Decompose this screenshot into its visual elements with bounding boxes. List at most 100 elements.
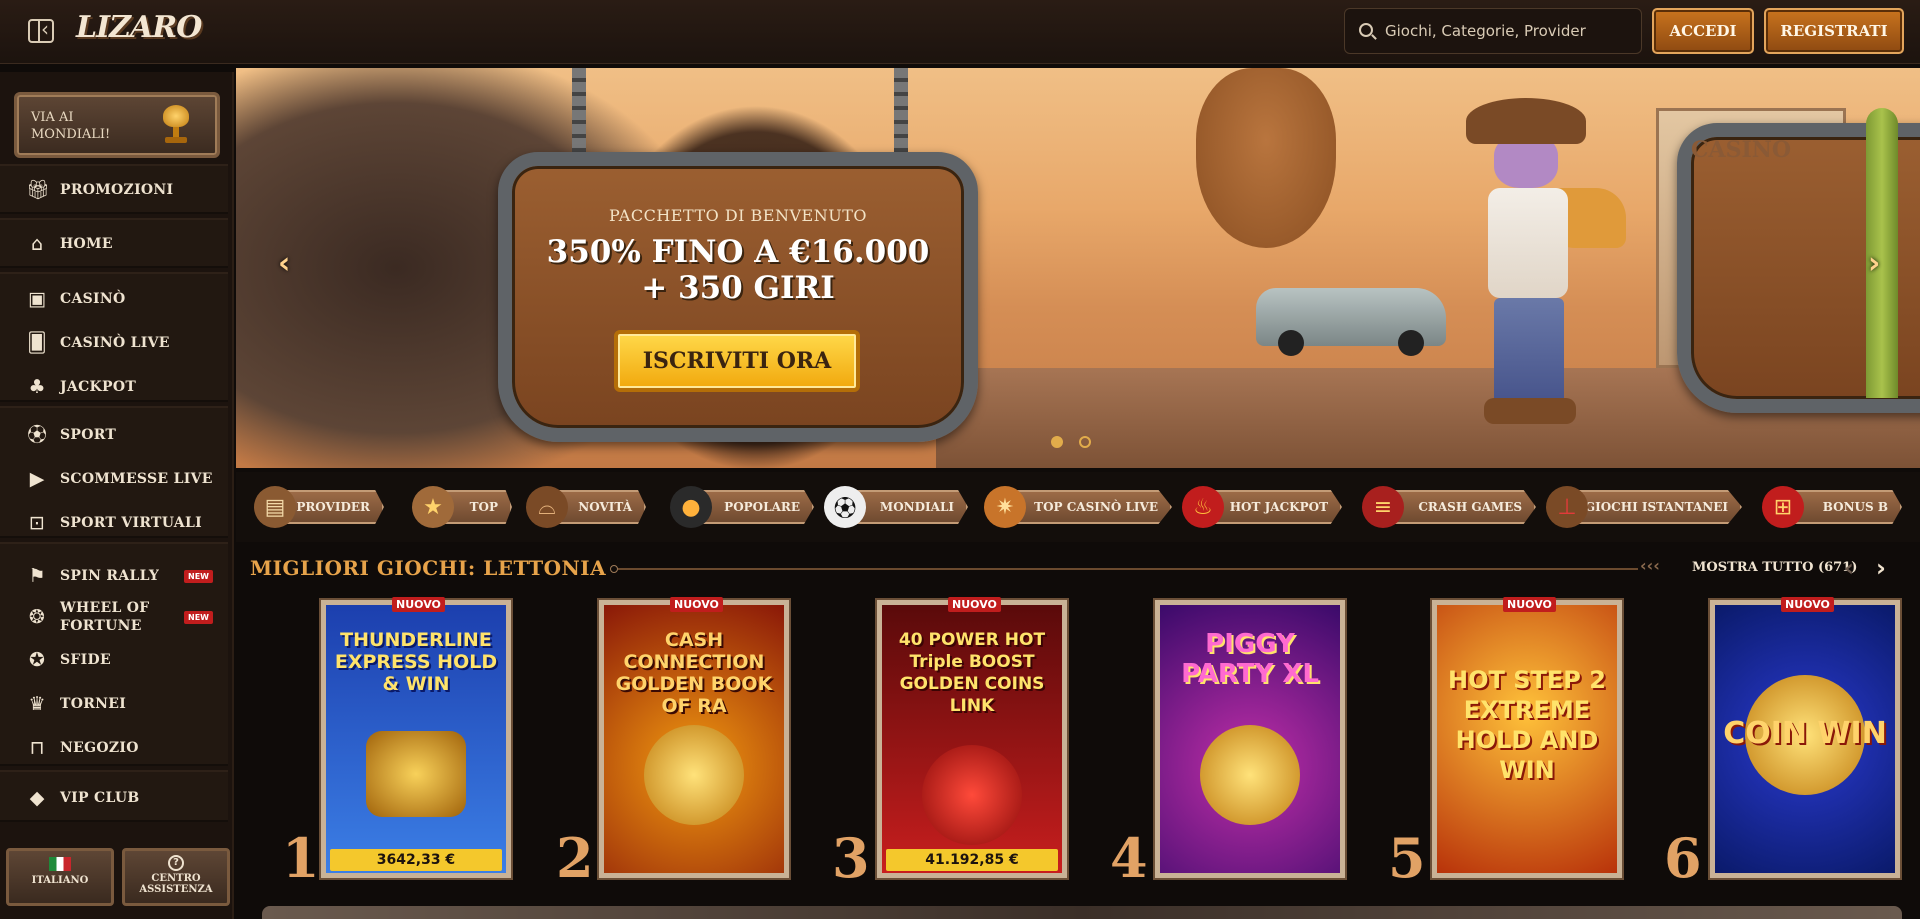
signup-cta-button[interactable]: ISCRIVITI ORA <box>614 330 860 392</box>
game-rank: 3 <box>832 826 870 890</box>
sidebar-item-spin-rally[interactable]: ⚑ SPIN RALLY NEW <box>0 556 228 596</box>
decor-arrows-icon: ‹‹‹ <box>1640 556 1660 575</box>
offer-headline: 350% FINO A €16.000 + 350 GIRI <box>512 234 964 306</box>
game-title: PIGGY PARTY XL <box>1181 629 1319 689</box>
nav-group-sport: ⚽︎ SPORT ▶ SCOMMESSE LIVE ⊡ SPORT VIRTUA… <box>0 406 228 538</box>
section-title: MIGLIORI GIOCHI: LETTONIA <box>250 556 607 580</box>
nav-group-casino: ▣ CASINÒ 🂠 CASINÒ LIVE ♣ JACKPOT <box>0 272 228 402</box>
new-badge: NUOVO <box>1503 597 1556 612</box>
banner-hand <box>1196 68 1336 248</box>
sidebar-item-label: CASINÒ <box>60 291 126 307</box>
nav-group-home: ⌂ HOME <box>0 218 228 268</box>
slot-machine-icon: ▣ <box>28 288 46 310</box>
sidebar-item-wheel-of-fortune[interactable]: ❂ WHEEL OF FORTUNE NEW <box>0 594 228 640</box>
game-card-golden-book-of-ra[interactable]: NUOVO CASH CONNECTION GOLDEN BOOK OF RA <box>599 597 789 878</box>
sidebar-item-sport-virtuali[interactable]: ⊡ SPORT VIRTUALI <box>0 503 228 543</box>
cowboy-hat-icon: ⌓ <box>526 486 568 528</box>
virtual-sport-icon: ⊡ <box>29 512 45 534</box>
search-box[interactable] <box>1344 8 1642 54</box>
games-next-arrow-icon[interactable]: › <box>1876 554 1886 582</box>
sidebar-item-tornei[interactable]: ♛ TORNEI <box>0 684 228 724</box>
game-title: CASH CONNECTION GOLDEN BOOK OF RA <box>615 629 773 717</box>
banner-prev-arrow-icon[interactable]: ‹ <box>278 246 302 290</box>
sidebar-item-sport[interactable]: ⚽︎ SPORT <box>0 415 228 455</box>
support-button[interactable]: ? CENTRO ASSISTENZA <box>122 848 230 906</box>
game-card-hot-step-2-extreme[interactable]: NUOVO HOT STEP 2 EXTREME HOLD AND WIN <box>1432 597 1622 878</box>
game-rank: 5 <box>1388 826 1426 890</box>
sidebar-item-label: SPORT <box>60 427 117 443</box>
sidebar-item-label: SPORT VIRTUALI <box>60 515 202 531</box>
search-input[interactable] <box>1385 9 1635 53</box>
cards-icon: 🂠 <box>27 332 47 354</box>
language-label: ITALIANO <box>31 875 89 886</box>
game-rank: 2 <box>556 826 594 890</box>
dynamite-icon: ≡ <box>1362 486 1404 528</box>
sidebar-toggle-icon[interactable] <box>28 17 54 43</box>
sign-chain <box>894 68 908 158</box>
home-icon: ⌂ <box>30 233 44 255</box>
category-label: GIOCHI ISTANTANEI <box>1566 490 1742 524</box>
golden-piggy-icon <box>1200 725 1300 825</box>
game-title: THUNDERLINE EXPRESS HOLD & WIN <box>334 629 498 695</box>
banner-next-arrow-icon[interactable]: › <box>1868 246 1892 290</box>
clover-icon: ♣ <box>28 376 46 398</box>
game-card-thunderline-express[interactable]: NUOVO THUNDERLINE EXPRESS HOLD & WIN 364… <box>321 597 511 878</box>
new-badge: NEW <box>184 569 213 583</box>
jackpot-amount: 3642,33 € <box>330 849 502 871</box>
sidebar-item-vip-club[interactable]: ◆ VIP CLUB <box>0 778 228 818</box>
medal-icon: ✪ <box>29 649 45 671</box>
sidebar-item-sfide[interactable]: ✪ SFIDE <box>0 640 228 680</box>
game-card-40-power-hot[interactable]: NUOVO 40 POWER HOT Triple BOOST GOLDEN C… <box>877 597 1067 878</box>
banner-dot-2[interactable] <box>1079 436 1091 448</box>
shop-bag-icon: ⊓ <box>29 737 45 759</box>
games-prev-arrow-icon[interactable]: ‹ <box>1844 554 1854 582</box>
sidebar-item-jackpot[interactable]: ♣ JACKPOT <box>0 367 228 407</box>
sidebar-item-casino[interactable]: ▣ CASINÒ <box>0 279 228 319</box>
sidebar-footer: ITALIANO ? CENTRO ASSISTENZA <box>0 842 234 919</box>
logo[interactable]: LIZARO <box>76 10 202 45</box>
hero-banner[interactable]: CASINO PACCHETTO DI BENVENUTO 350% FINO … <box>236 68 1920 468</box>
sidebar-item-casino-live[interactable]: 🂠 CASINÒ LIVE <box>0 323 228 363</box>
language-button[interactable]: ITALIANO <box>6 848 114 906</box>
new-badge: NUOVO <box>1781 597 1834 612</box>
new-badge: NUOVO <box>392 597 445 612</box>
sidebar-item-negozio[interactable]: ⊓ NEGOZIO <box>0 728 228 768</box>
nav-group-promotions: 🎁︎ PROMOZIONI <box>0 164 228 214</box>
sidebar-item-label: SFIDE <box>60 652 111 668</box>
world-cup-promo-card[interactable]: VIA AI MONDIALI! <box>14 92 220 158</box>
register-button[interactable]: REGISTRATI <box>1764 8 1904 54</box>
game-card-piggy-party-xl[interactable]: PIGGY PARTY XL <box>1155 600 1345 878</box>
sidebar-item-label: CASINÒ LIVE <box>60 335 170 351</box>
section-divider <box>610 565 1638 573</box>
sidebar-item-label: NEGOZIO <box>60 740 139 756</box>
sidebar-item-promozioni[interactable]: 🎁︎ PROMOZIONI <box>0 170 228 210</box>
lizard-cowboy-mascot <box>1436 98 1626 428</box>
sign-chain <box>572 68 586 158</box>
banner-casino-building: CASINO <box>1656 108 1920 413</box>
offer-headline-line2: + 350 GIRI <box>641 270 835 306</box>
sidebar-item-scommesse-live[interactable]: ▶ SCOMMESSE LIVE <box>0 459 228 499</box>
chili-icon: ♨ <box>1182 486 1224 528</box>
sidebar-item-label: VIP CLUB <box>60 790 140 806</box>
category-label: TOP CASINÒ LIVE <box>1004 490 1172 524</box>
train-icon <box>366 731 466 817</box>
italy-flag-icon <box>49 857 71 871</box>
next-section-peek <box>262 906 1902 919</box>
banner-dot-1[interactable] <box>1051 436 1063 448</box>
show-all-link[interactable]: MOSTRA TUTTO (671) <box>1692 560 1857 575</box>
game-title: COIN WIN <box>1723 716 1887 751</box>
sidebar-item-label: TORNEI <box>60 696 127 712</box>
sheriff-star-icon: ✷ <box>984 486 1026 528</box>
category-label: CRASH GAMES <box>1382 490 1536 524</box>
star-badge-icon: ★ <box>412 486 454 528</box>
sidebar-item-label: WHEEL OF FORTUNE <box>60 600 150 634</box>
login-button[interactable]: ACCEDI <box>1652 8 1754 54</box>
sidebar-item-home[interactable]: ⌂ HOME <box>0 224 228 264</box>
sidebar: VIA AI MONDIALI! 🎁︎ PROMOZIONI ⌂ HOME ▣ … <box>0 72 234 919</box>
welcome-offer-sign: PACCHETTO DI BENVENUTO 350% FINO A €16.0… <box>498 152 978 442</box>
offer-headline-line1: 350% FINO A €16.000 <box>546 234 930 270</box>
game-card-coin-win[interactable]: NUOVO COIN WIN <box>1710 597 1900 878</box>
banner-car <box>1256 288 1446 356</box>
play-icon: ▶ <box>29 468 45 490</box>
trophy-icon <box>161 105 191 145</box>
